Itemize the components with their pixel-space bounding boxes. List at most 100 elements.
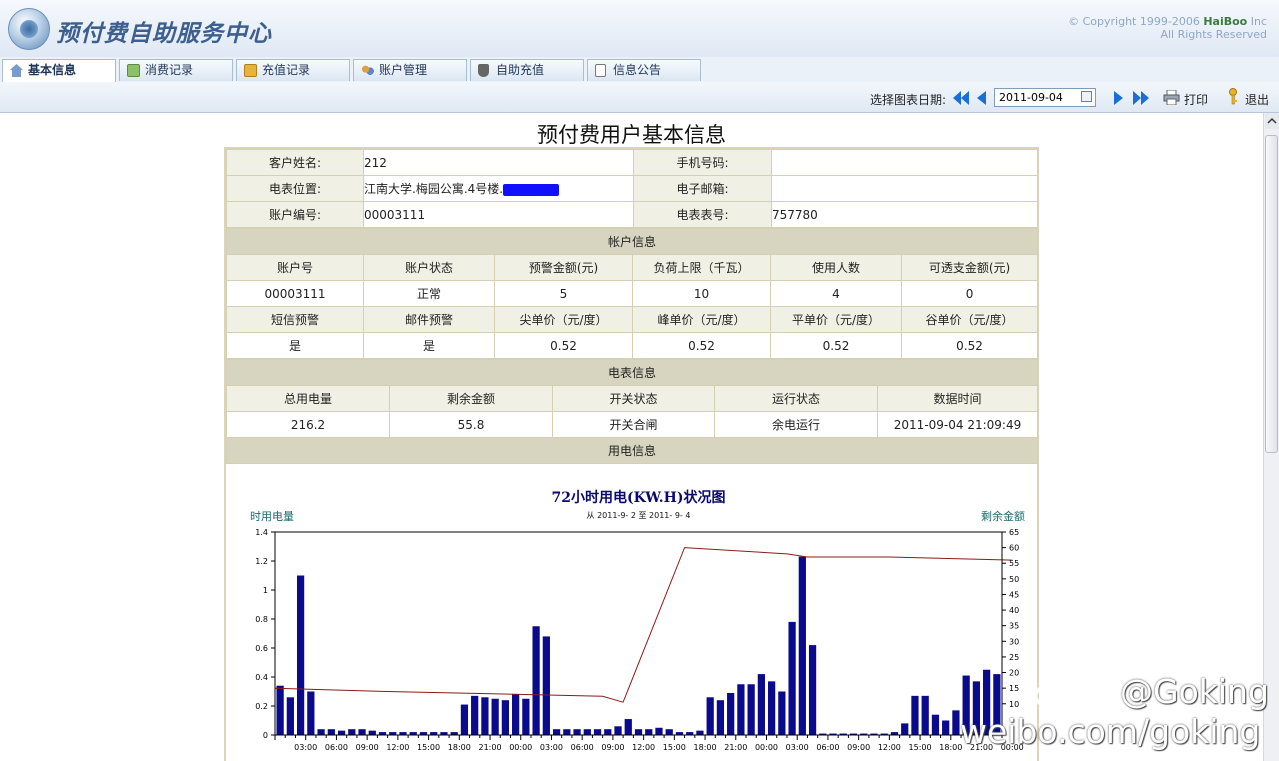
chart-bar bbox=[337, 730, 346, 735]
redaction-mark bbox=[503, 183, 560, 196]
chart-x-tick-label: 18:00 bbox=[694, 743, 717, 752]
account-section-title: 帐户信息 bbox=[225, 228, 1039, 255]
chart-bar bbox=[604, 729, 612, 735]
tab-label: 自助充值 bbox=[496, 63, 545, 77]
chart-right-axis-label: 剩余金额 bbox=[981, 509, 1025, 523]
chart-x-tick-label: 12:00 bbox=[878, 743, 901, 752]
chart-left-axis-label: 时用电量 bbox=[250, 510, 294, 523]
chart-x-tick-label: 03:00 bbox=[294, 743, 317, 752]
copyright-inc: Inc bbox=[1247, 15, 1267, 28]
print-button[interactable]: 打印 bbox=[1184, 91, 1208, 108]
chart-bar bbox=[747, 684, 755, 735]
chart-bar bbox=[931, 714, 940, 735]
users-icon bbox=[361, 64, 374, 77]
plug-icon bbox=[478, 64, 489, 77]
account-number-value: 00003111 bbox=[363, 201, 634, 228]
usage-chart: 72小时用电(KW.H)状况图从 2011-9- 2 至 2011- 9- 4 时… bbox=[250, 489, 1025, 752]
chart-bar bbox=[778, 691, 786, 735]
chart-bar bbox=[501, 700, 510, 735]
customer-table: 客户姓名: 212 手机号码: 电表位置: 江南大学.梅园公寓.4号楼. 电子邮… bbox=[226, 149, 1038, 228]
chart-bar bbox=[327, 729, 335, 735]
chart-bar bbox=[583, 729, 591, 735]
chart-right-tick-label: 65 bbox=[1009, 528, 1019, 537]
chart-x-tick-label: 15:00 bbox=[417, 743, 440, 752]
scroll-up-arrow-icon[interactable] bbox=[1265, 113, 1279, 129]
chart-bar bbox=[542, 636, 550, 735]
chart-bar bbox=[512, 694, 520, 735]
account-value: 10 bbox=[632, 280, 771, 307]
next-date-icon[interactable] bbox=[1113, 90, 1125, 106]
chart-x-tick-label: 15:00 bbox=[663, 743, 686, 752]
account-value: 是 bbox=[226, 332, 364, 359]
chart-bar bbox=[716, 700, 725, 735]
account-header: 峰单价（元/度） bbox=[632, 306, 771, 333]
meter-value: 216.2 bbox=[226, 411, 390, 438]
meter-header: 剩余金额 bbox=[389, 385, 553, 412]
chart-x-tick-label: 00:00 bbox=[755, 743, 778, 752]
chart-bar bbox=[481, 697, 489, 735]
tab-recharge-records[interactable]: 充值记录 bbox=[236, 59, 350, 81]
chart-right-tick-label: 20 bbox=[1009, 669, 1019, 678]
account-value: 0.52 bbox=[494, 332, 633, 359]
meter-value: 55.8 bbox=[389, 411, 553, 438]
chart-bar bbox=[348, 729, 356, 735]
chart-x-tick-label: 09:00 bbox=[601, 743, 624, 752]
vertical-scrollbar[interactable] bbox=[1263, 113, 1279, 761]
account-value: 00003111 bbox=[226, 280, 364, 307]
usage-section-title: 用电信息 bbox=[225, 437, 1039, 464]
account-value: 0.52 bbox=[900, 332, 1039, 359]
account-header: 短信预警 bbox=[226, 306, 364, 333]
meter-header: 开关状态 bbox=[552, 385, 715, 412]
tab-basic-info[interactable]: 基本信息 bbox=[2, 59, 116, 82]
chart-left-tick-label: 0.8 bbox=[255, 615, 268, 624]
chart-bar bbox=[665, 729, 673, 735]
first-date-icon[interactable] bbox=[952, 90, 970, 106]
chart-subtitle: 从 2011-9- 2 至 2011- 9- 4 bbox=[587, 511, 691, 520]
scroll-thumb[interactable] bbox=[1265, 135, 1278, 453]
last-date-icon[interactable] bbox=[1132, 90, 1150, 106]
chart-bar bbox=[798, 556, 806, 735]
meter-table: 电表信息 总用电量 剩余金额 开关状态 运行状态 数据时间 216.2 55.8… bbox=[225, 359, 1039, 464]
prev-date-icon[interactable] bbox=[975, 90, 987, 106]
tab-account-management[interactable]: 账户管理 bbox=[353, 59, 467, 81]
tab-label: 基本信息 bbox=[28, 63, 77, 77]
chart-x-tick-label: 00:00 bbox=[509, 743, 532, 752]
chart-x-tick-label: 09:00 bbox=[356, 743, 379, 752]
calendar-icon[interactable] bbox=[1081, 91, 1092, 102]
chart-x-tick-label: 18:00 bbox=[939, 743, 962, 752]
chart-x-tick-label: 03:00 bbox=[786, 743, 809, 752]
watermark-handle: @Goking bbox=[1120, 672, 1269, 711]
key-icon[interactable] bbox=[1227, 88, 1239, 105]
chart-x-tick-label: 03:00 bbox=[540, 743, 563, 752]
home-icon bbox=[10, 64, 23, 77]
account-header: 尖单价（元/度） bbox=[494, 306, 633, 333]
account-value: 5 bbox=[494, 280, 633, 307]
chart-bar bbox=[491, 698, 499, 735]
chart-bar bbox=[460, 704, 469, 735]
chart-bar bbox=[614, 726, 622, 735]
chart-bar bbox=[307, 691, 315, 735]
chart-left-tick-label: 1.2 bbox=[255, 557, 268, 566]
chart-x-tick-label: 21:00 bbox=[478, 743, 501, 752]
chart-x-tick-label: 12:00 bbox=[386, 743, 409, 752]
account-header: 邮件预警 bbox=[363, 306, 495, 333]
usage-chart-area: 72小时用电(KW.H)状况图从 2011-9- 2 至 2011- 9- 4 时… bbox=[226, 464, 1037, 761]
copyright-text: © Copyright 1999-2006 bbox=[1068, 15, 1204, 28]
chart-bar bbox=[522, 698, 530, 735]
chart-bar bbox=[696, 730, 704, 735]
chart-right-tick-label: 25 bbox=[1009, 653, 1019, 662]
tab-self-recharge[interactable]: 自助充值 bbox=[470, 59, 584, 81]
phone-label: 手机号码: bbox=[633, 149, 772, 176]
chart-bar bbox=[737, 684, 745, 735]
printer-icon[interactable] bbox=[1163, 90, 1180, 105]
chart-bar bbox=[645, 729, 653, 735]
info-panel: 客户姓名: 212 手机号码: 电表位置: 江南大学.梅园公寓.4号楼. 电子邮… bbox=[224, 147, 1039, 761]
exit-button[interactable]: 退出 bbox=[1245, 91, 1269, 108]
chart-bar bbox=[808, 645, 817, 735]
account-header: 账户号 bbox=[226, 254, 364, 281]
chart-right-tick-label: 30 bbox=[1009, 637, 1019, 646]
tab-announcements[interactable]: 信息公告 bbox=[587, 59, 701, 81]
chart-x-tick-label: 06:00 bbox=[816, 743, 839, 752]
tab-consumption-records[interactable]: 消费记录 bbox=[119, 59, 233, 81]
chart-x-tick-label: 12:00 bbox=[632, 743, 655, 752]
